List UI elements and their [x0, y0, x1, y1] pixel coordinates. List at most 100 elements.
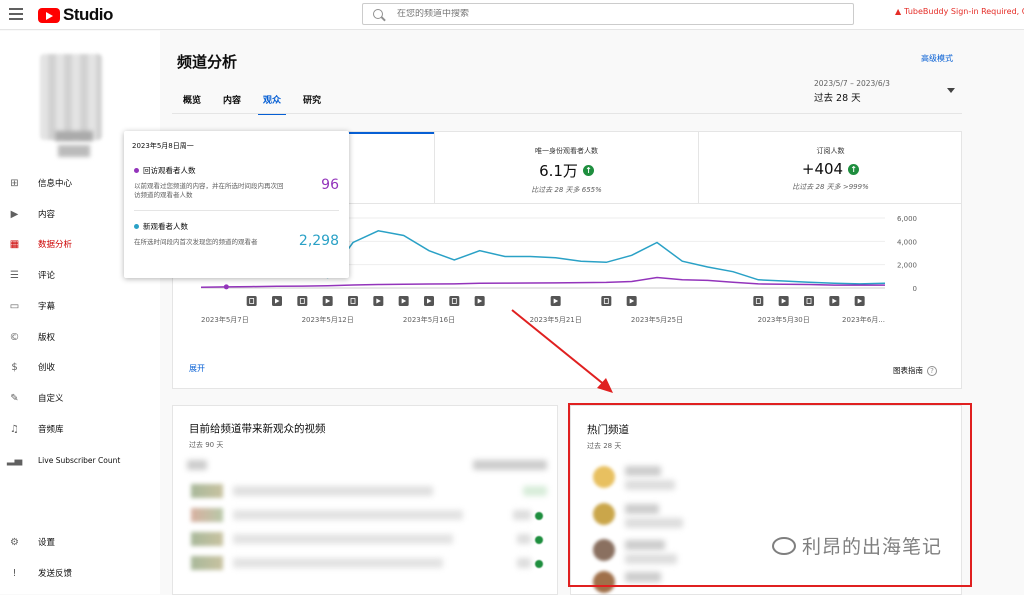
sidebar-item-label: 创收 [38, 363, 56, 373]
kpi-comparison: 比过去 28 天多 >999% [792, 183, 869, 191]
monetization-icon: $ [11, 361, 18, 373]
sidebar-item-label: 信息中心 [38, 179, 73, 189]
sidebar-item-copyright[interactable]: © 版权 [0, 325, 160, 349]
tab-overview[interactable]: 概览 [172, 87, 212, 115]
channel-avatar[interactable] [40, 54, 102, 140]
page-title: 频道分析 [177, 53, 238, 71]
sidebar-item-monetization[interactable]: $ 创收 [0, 355, 160, 379]
series-label: 回访观看者人数 [143, 166, 196, 175]
watermark-text: 利昂的出海笔记 [802, 536, 943, 558]
studio-logo[interactable]: Studio [38, 5, 113, 25]
analytics-icon: ▦ [9, 238, 20, 250]
panel-subtitle: 过去 90 天 [189, 441, 224, 449]
video-thumbnail[interactable] [191, 556, 223, 570]
sidebar-item-label: 数据分析 [38, 240, 73, 250]
chevron-down-icon[interactable] [947, 88, 955, 93]
x-tick-label: 2023年6月... [842, 315, 885, 324]
kpi-value: +404 ↑ [699, 160, 962, 178]
kpi-comparison: 比过去 28 天多 655% [531, 186, 602, 194]
kpi-unique-viewers[interactable]: 唯一身份观看者人数 6.1万 ↑ 比过去 28 天多 655% [435, 132, 699, 204]
x-tick-label: 2023年5月16日 [403, 315, 455, 324]
comments-icon: ☰ [10, 269, 19, 281]
sidebar-item-subtitles[interactable]: ▭ 字幕 [0, 294, 160, 318]
x-tick-label: 2023年5月25日 [631, 315, 683, 324]
y-tick-label: 2,000 [897, 262, 917, 270]
short-marker-icon [804, 296, 814, 306]
blurred-video-title [233, 558, 443, 568]
blurred-header [473, 460, 547, 470]
blurred-video-title [233, 510, 463, 520]
blurred-value [513, 510, 531, 520]
data-point [223, 284, 229, 290]
tooltip-row-new: 新观看者人数 在所选时间段内首次发现您的频道的观看者 2,298 [134, 221, 339, 249]
arrow-up-icon [535, 560, 543, 568]
x-tick-label: 2023年5月7日 [201, 315, 249, 324]
x-tick-label: 2023年5月30日 [758, 315, 810, 324]
sidebar-item-audio-library[interactable]: ♫ 音频库 [0, 417, 160, 441]
tabs-divider [172, 113, 962, 114]
sidebar-item-label: 评论 [38, 271, 56, 281]
kpi-subscribers[interactable]: 订阅人数 +404 ↑ 比过去 28 天多 >999% [699, 132, 962, 204]
tooltip-date: 2023年5月8日周一 [132, 142, 194, 150]
content-icon: ▶ [10, 208, 19, 220]
menu-icon[interactable] [9, 8, 23, 20]
date-range-picker[interactable]: 2023/5/7 – 2023/6/3 过去 28 天 [814, 79, 890, 104]
subtitles-icon: ▭ [9, 300, 20, 312]
series-dot [134, 168, 139, 173]
sidebar-item-label: 音频库 [38, 425, 64, 435]
series-line [200, 276, 885, 289]
video-thumbnail[interactable] [191, 484, 223, 498]
kpi-label: 唯一身份观看者人数 [535, 147, 598, 155]
divider [134, 210, 339, 211]
tab-research[interactable]: 研究 [292, 87, 332, 115]
short-marker-icon [297, 296, 308, 306]
search-box[interactable] [362, 3, 854, 25]
sidebar-item-label: Live Subscriber Count [38, 455, 121, 465]
warning-icon: ▲ [895, 7, 902, 16]
arrow-up-icon [535, 512, 543, 520]
sidebar-item-label: 自定义 [38, 394, 64, 404]
chart-guide-link[interactable]: 图表指南 ? [893, 365, 937, 376]
series-dot [134, 224, 139, 229]
help-icon: ? [927, 365, 937, 376]
panel-title: 目前给频道带来新观众的视频 [189, 423, 326, 435]
short-marker-icon [601, 296, 612, 306]
blurred-video-title [233, 534, 453, 544]
blurred-header [187, 460, 207, 470]
arrow-up-icon [535, 536, 543, 544]
tab-content[interactable]: 内容 [212, 87, 252, 115]
sidebar-item-live-count[interactable]: ▂▄ Live Subscriber Count [0, 448, 160, 472]
sidebar-item-settings[interactable]: ⚙ 设置 [0, 530, 160, 554]
date-range-period: 过去 28 天 [814, 93, 861, 104]
tooltip-value: 96 [321, 177, 339, 193]
channel-name-blurred [55, 131, 93, 141]
youtube-logo-icon [38, 7, 60, 23]
sidebar-item-label: 版权 [38, 333, 56, 343]
arrow-up-icon: ↑ [582, 165, 594, 176]
audio-library-icon: ♫ [10, 423, 19, 435]
sidebar-item-customization[interactable]: ✎ 自定义 [0, 386, 160, 410]
sidebar-item-feedback[interactable]: ! 发送反馈 [0, 561, 160, 585]
sidebar-item-label: 设置 [38, 538, 56, 548]
kpi-value-text: 6.1万 [539, 162, 578, 180]
arrow-up-icon: ↑ [848, 163, 860, 175]
highlight-frame [568, 403, 972, 587]
tab-bar: 概览 内容 观众 研究 [172, 87, 332, 115]
live-count-icon: ▂▄ [6, 454, 23, 466]
sidebar-item-label: 发送反馈 [38, 569, 73, 579]
video-thumbnail[interactable] [191, 508, 223, 522]
advanced-mode-link[interactable]: 高级模式 [921, 53, 953, 64]
tooltip-value: 2,298 [298, 233, 339, 249]
search-input[interactable] [397, 9, 797, 19]
date-range-dates: 2023/5/7 – 2023/6/3 [814, 79, 890, 88]
video-thumbnail[interactable] [191, 532, 223, 546]
blurred-value [523, 486, 547, 496]
tab-audience[interactable]: 观众 [252, 87, 292, 115]
tubebuddy-warning[interactable]: ▲ TubeBuddy Sign-in Required, Click [895, 7, 1024, 16]
x-tick-label: 2023年5月12日 [302, 315, 354, 324]
tooltip-description: 以前观看过您频道的内容，并在所选时间段内再次回访频道的观看者人数 [134, 182, 284, 199]
kpi-value-text: +404 [801, 160, 844, 178]
tooltip-description: 在所选时间段内首次发现您的频道的观看者 [134, 238, 258, 246]
y-tick-label: 6,000 [897, 215, 917, 223]
expand-link[interactable]: 展开 [189, 363, 205, 374]
